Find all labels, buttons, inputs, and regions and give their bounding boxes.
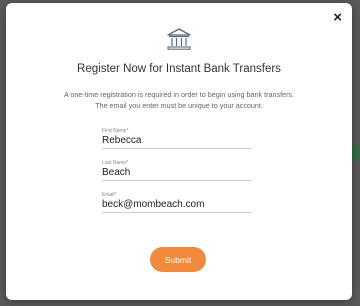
first-name-field-group: First Name*: [102, 128, 254, 149]
last-name-field-group: Last Name*: [102, 160, 254, 181]
bank-icon: [167, 28, 191, 50]
last-name-input[interactable]: [102, 166, 252, 181]
email-field-group: Email*: [102, 192, 254, 213]
description-line-2: The email you enter must be unique to yo…: [95, 101, 263, 110]
description-line-1: A one-time registration is required in o…: [63, 90, 295, 99]
email-input[interactable]: [102, 198, 252, 213]
close-icon[interactable]: ×: [333, 9, 342, 27]
submit-button[interactable]: Submit: [150, 247, 206, 272]
first-name-input[interactable]: [102, 134, 252, 149]
registration-modal: × Register Now for Instant Bank Transfer…: [6, 3, 352, 300]
background-accent: [352, 145, 360, 161]
modal-title: Register Now for Instant Bank Transfers: [77, 63, 281, 75]
modal-description: A one-time registration is required in o…: [6, 89, 352, 111]
